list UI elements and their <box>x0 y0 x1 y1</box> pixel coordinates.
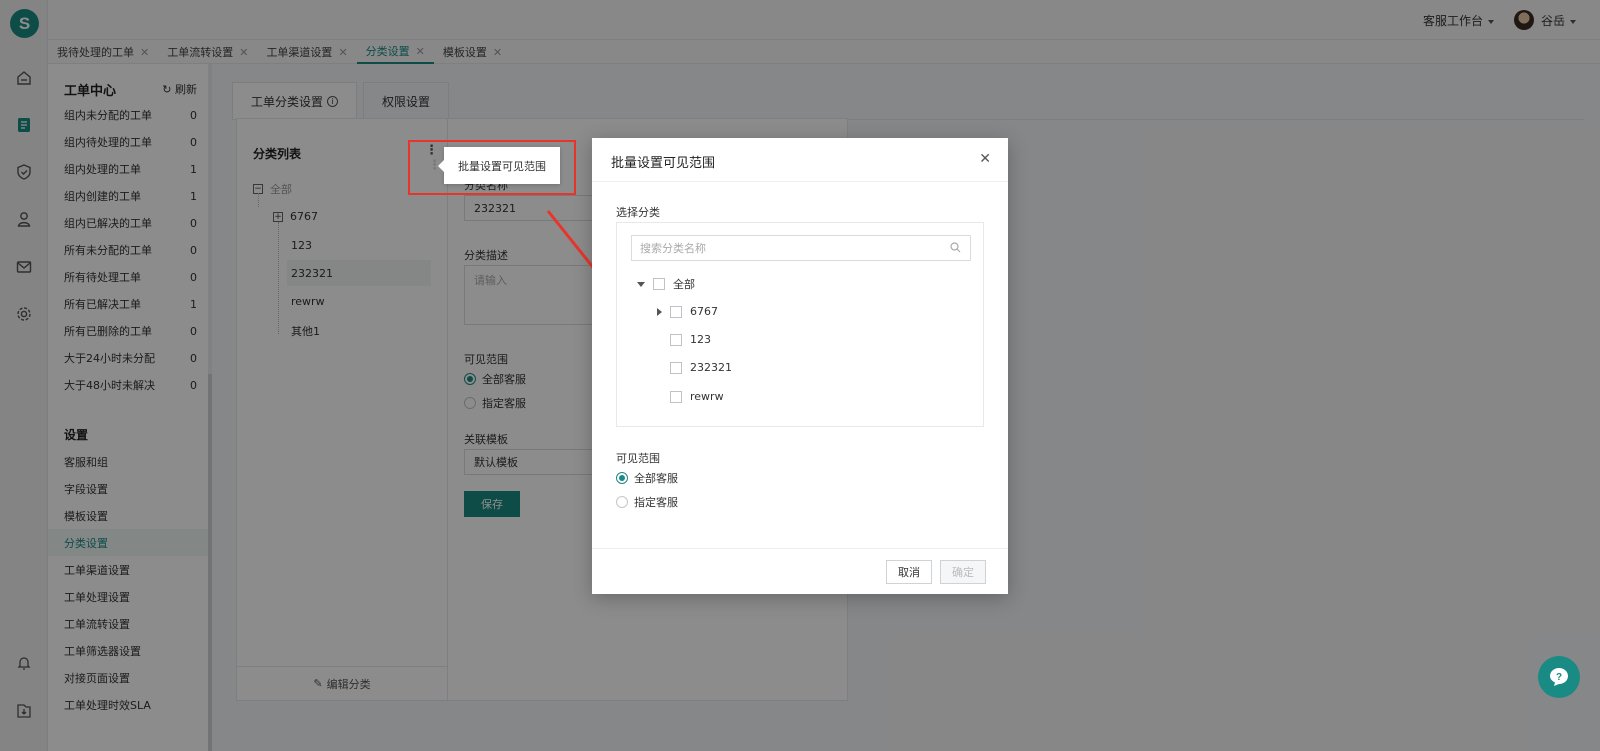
search-icon <box>950 242 961 256</box>
select-category-label: 选择分类 <box>616 206 660 219</box>
tree-node-label: 6767 <box>690 305 718 318</box>
tree-node[interactable]: 6767 <box>657 305 718 318</box>
cancel-button[interactable]: 取消 <box>886 560 932 584</box>
checkbox[interactable] <box>670 305 682 318</box>
radio-label: 全部客服 <box>634 472 678 485</box>
search-placeholder: 搜索分类名称 <box>640 242 706 255</box>
chat-icon: ? <box>1550 668 1568 686</box>
radio-checked[interactable] <box>616 472 628 484</box>
scope-all-radio[interactable]: 全部客服 <box>616 470 678 486</box>
search-input[interactable]: 搜索分类名称 <box>631 235 971 261</box>
tree-node[interactable]: 232321 <box>670 361 732 374</box>
checkbox[interactable] <box>670 361 682 374</box>
checkbox[interactable] <box>670 390 682 403</box>
scope-label: 可见范围 <box>616 452 660 465</box>
svg-text:?: ? <box>1556 672 1562 683</box>
radio-label: 指定客服 <box>634 496 678 509</box>
category-tree-box: 搜索分类名称 全部 6767 123 232321 rewrw <box>616 222 984 427</box>
confirm-button[interactable]: 确定 <box>940 560 986 584</box>
radio-unchecked[interactable] <box>616 496 628 508</box>
tree-node-label: 232321 <box>690 361 732 374</box>
help-chat-button[interactable]: ? <box>1538 656 1580 698</box>
tree-node-label: 123 <box>690 333 711 346</box>
tree-node[interactable]: rewrw <box>670 390 724 403</box>
scope-specific-radio[interactable]: 指定客服 <box>616 494 678 510</box>
divider <box>592 548 1008 549</box>
tree-root-label: 全部 <box>673 278 695 291</box>
tree-node-label: rewrw <box>690 390 724 403</box>
checkbox[interactable] <box>653 278 665 290</box>
checkbox[interactable] <box>670 333 682 346</box>
batch-scope-dialog: 批量设置可见范围 ✕ 选择分类 搜索分类名称 全部 6767 123 23232… <box>592 138 1008 594</box>
close-icon[interactable]: ✕ <box>979 151 991 167</box>
dialog-title: 批量设置可见范围 <box>611 156 716 171</box>
caret-right-icon[interactable] <box>657 307 662 316</box>
divider <box>592 181 1008 182</box>
tree-root[interactable]: 全部 <box>637 276 695 292</box>
tree-node[interactable]: 123 <box>670 333 711 346</box>
caret-down-icon[interactable] <box>637 281 645 287</box>
highlight-box <box>408 140 576 195</box>
